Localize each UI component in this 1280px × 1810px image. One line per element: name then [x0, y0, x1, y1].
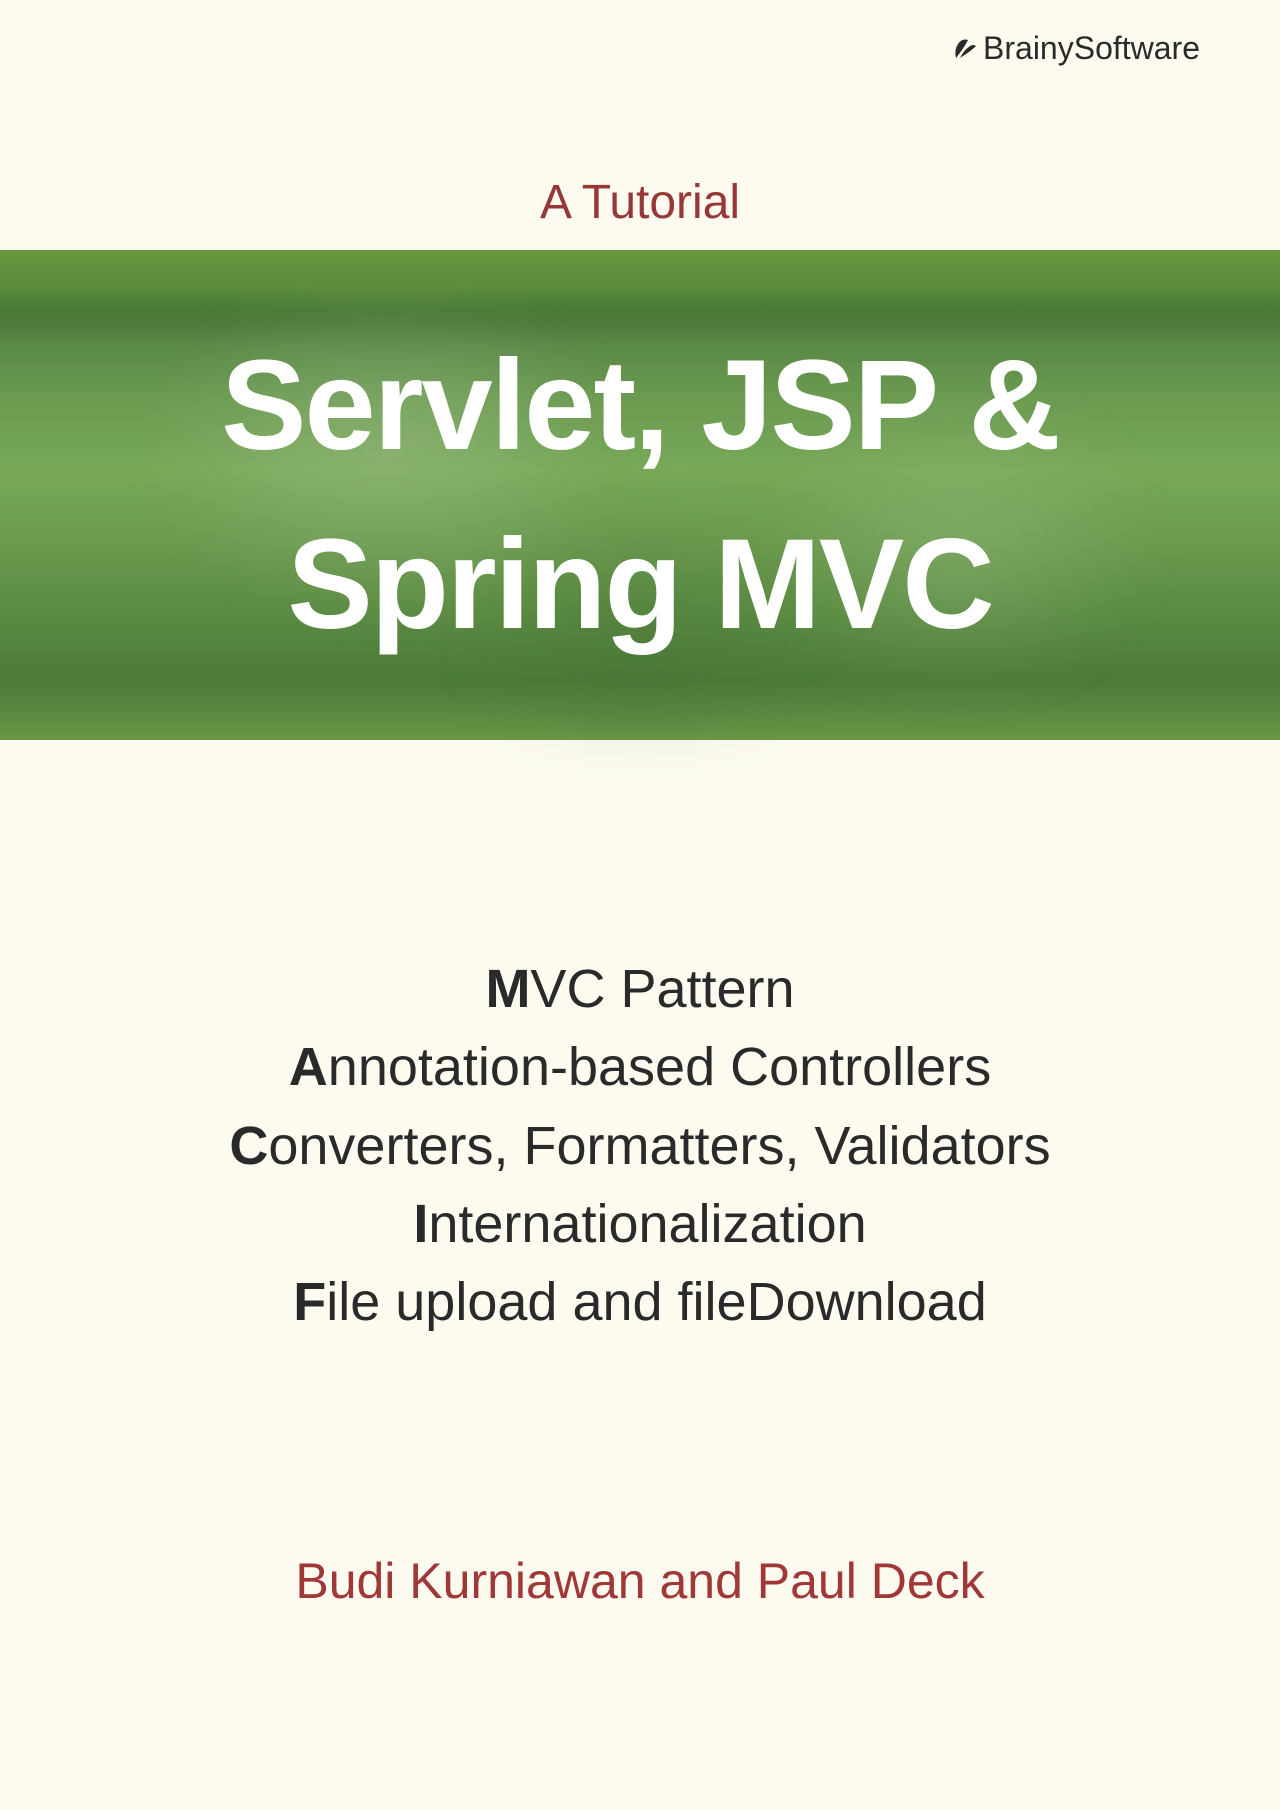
publisher-brand: BrainySoftware: [952, 30, 1200, 67]
topic-item: MVC Pattern: [0, 950, 1280, 1028]
title-line-2: Spring MVC: [287, 495, 992, 674]
topic-item: Internationalization: [0, 1185, 1280, 1263]
publisher-icon: [952, 36, 978, 62]
publisher-name: BrainySoftware: [983, 30, 1200, 67]
topics-list: MVC Pattern Annotation-based Controllers…: [0, 950, 1280, 1341]
title-line-1: Servlet, JSP &: [221, 316, 1059, 495]
topic-item: Converters, Formatters, Validators: [0, 1107, 1280, 1185]
title-banner: Servlet, JSP & Spring MVC: [0, 250, 1280, 740]
subtitle: A Tutorial: [540, 175, 740, 230]
authors: Budi Kurniawan and Paul Deck: [295, 1552, 984, 1610]
topic-item: File upload and fileDownload: [0, 1263, 1280, 1341]
topic-item: Annotation-based Controllers: [0, 1028, 1280, 1106]
